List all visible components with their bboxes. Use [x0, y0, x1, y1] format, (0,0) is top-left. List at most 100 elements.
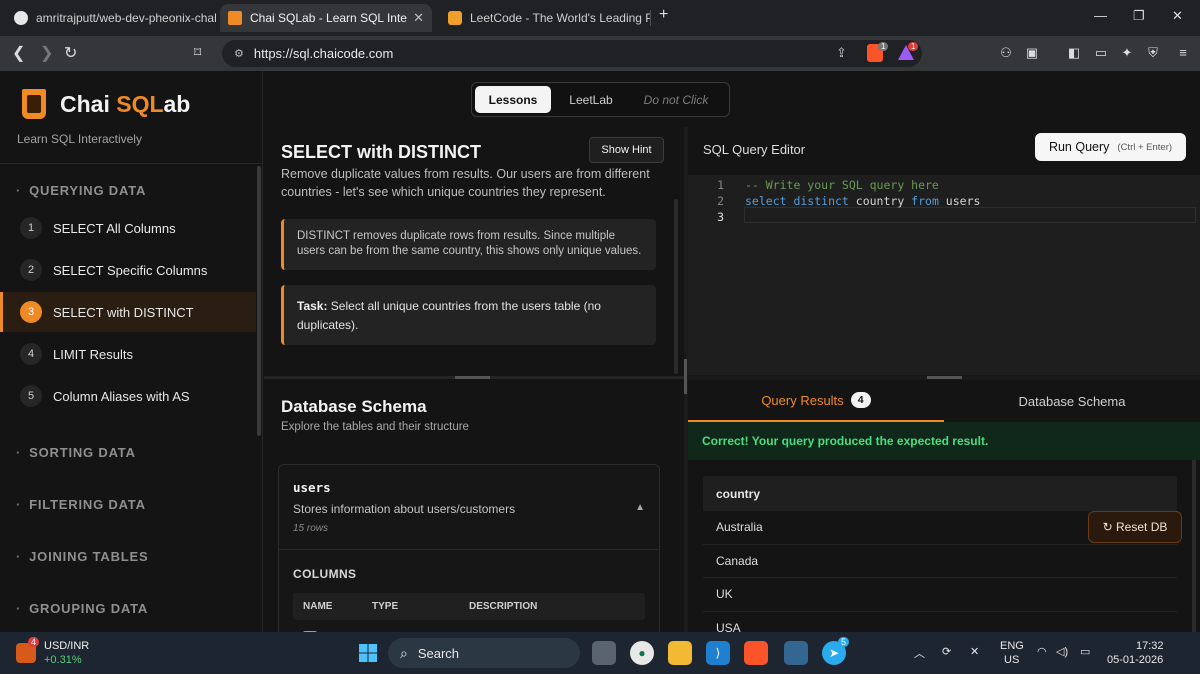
rewards-badge: 1: [908, 42, 919, 51]
section-querying-data[interactable]: · QUERYING DATA: [16, 183, 146, 198]
show-hint-button[interactable]: Show Hint: [589, 137, 664, 163]
close-window-icon[interactable]: ✕: [1172, 8, 1183, 24]
table-card-users[interactable]: users Stores information about users/cus…: [278, 464, 660, 632]
tab-database-schema[interactable]: Database Schema: [944, 380, 1200, 422]
new-tab-button[interactable]: +: [659, 6, 668, 24]
table-row: Canada: [703, 545, 1177, 578]
lesson-task: Task: Select all unique countries from t…: [281, 285, 656, 345]
lesson-select-specific-columns[interactable]: 2 SELECT Specific Columns: [0, 250, 256, 290]
success-message: Correct! Your query produced the expecte…: [688, 422, 1200, 460]
wallet-icon[interactable]: ▭: [1093, 45, 1109, 61]
section-grouping-data[interactable]: · GROUPING DATA: [16, 601, 148, 616]
extensions-icon[interactable]: ⚇: [998, 45, 1014, 61]
reload-icon[interactable]: ↻: [64, 43, 77, 63]
mongodb-compass-icon[interactable]: ●: [630, 641, 654, 665]
section-sorting-data[interactable]: · SORTING DATA: [16, 445, 136, 460]
lesson-select-with-distinct[interactable]: 3 SELECT with DISTINCT: [0, 292, 256, 332]
chai-sqlab-app: Chai SQLab Learn SQL Interactively · QUER…: [0, 71, 1200, 632]
leetcode-icon: [448, 11, 462, 25]
maximize-icon[interactable]: ❐: [1133, 8, 1145, 24]
lesson-limit-results[interactable]: 4 LIMIT Results: [0, 334, 256, 374]
mode-lessons[interactable]: Lessons: [475, 86, 551, 113]
table-row: USA: [703, 612, 1177, 632]
pgadmin-icon[interactable]: [784, 641, 808, 665]
table-row: UK: [703, 578, 1177, 612]
vpn-icon[interactable]: ⛨: [1145, 45, 1161, 61]
section-filtering-data[interactable]: · FILTERING DATA: [16, 497, 146, 512]
forward-icon[interactable]: ❯: [40, 43, 53, 63]
minimize-icon[interactable]: —: [1094, 8, 1107, 23]
lesson-panel: SELECT with DISTINCT Show Hint Remove du…: [264, 127, 684, 376]
taskbar-search[interactable]: ⌕ Search: [388, 638, 580, 668]
ticker-name[interactable]: USD/INR: [44, 640, 89, 652]
tab-chai-sqlab[interactable]: Chai SQLab - Learn SQL Interactiv ✕: [220, 4, 432, 32]
address-bar[interactable]: ⚙ https://sql.chaicode.com ⇪ 1 1: [222, 40, 922, 67]
lesson-number: 3: [20, 301, 42, 323]
tab-github[interactable]: amritrajputt/web-dev-pheonix-challe: [6, 4, 216, 32]
run-query-button[interactable]: Run Query (Ctrl + Enter): [1035, 133, 1186, 161]
line-number: 3: [717, 210, 724, 224]
columns-heading: COLUMNS: [293, 567, 357, 581]
lesson-number: 4: [20, 343, 42, 365]
volume-icon[interactable]: ◁): [1056, 645, 1068, 658]
lesson-select-all-columns[interactable]: 1 SELECT All Columns: [0, 208, 256, 248]
mode-switcher: Lessons LeetLab Do not Click: [471, 82, 730, 117]
run-query-label: Run Query: [1048, 140, 1110, 154]
file-explorer-icon[interactable]: [668, 641, 692, 665]
brand-name: Chai SQLab: [60, 90, 191, 117]
sync-icon[interactable]: ⟳: [942, 645, 951, 658]
mode-do-not-click[interactable]: Do not Click: [631, 86, 721, 113]
col-header-name: NAME: [303, 601, 333, 612]
schema-title: Database Schema: [281, 397, 427, 416]
run-shortcut: (Ctrl + Enter): [1117, 141, 1173, 153]
back-icon[interactable]: ❮: [12, 43, 25, 63]
table-name: users: [293, 480, 331, 495]
lesson-description: Remove duplicate values from results. Ou…: [281, 167, 650, 199]
editor-title: SQL Query Editor: [703, 142, 806, 157]
code-line-2[interactable]: select distinct country from users: [745, 194, 980, 208]
language-code[interactable]: ENG: [1000, 640, 1024, 652]
taskbar: 4 USD/INR +0.31% ⌕ Search ● ⟩ ➤ 5 ︿ ⟳ ✕ …: [0, 632, 1200, 674]
results-scrollbar[interactable]: [1192, 460, 1196, 632]
browser-tab-bar: amritrajputt/web-dev-pheonix-challe Chai…: [0, 0, 1200, 36]
site-settings-icon[interactable]: ⚙: [234, 47, 244, 60]
bookmark-icon[interactable]: ⌑: [194, 44, 201, 61]
tab-query-results[interactable]: Query Results 4: [688, 380, 944, 422]
start-button-icon[interactable]: [356, 641, 380, 665]
line-number: 2: [717, 194, 724, 208]
clock-time[interactable]: 17:32: [1136, 640, 1164, 652]
mode-leetlab[interactable]: LeetLab: [551, 86, 631, 113]
lesson-number: 5: [20, 385, 42, 407]
task-view-icon[interactable]: [592, 641, 616, 665]
screenshot-icon[interactable]: ▣: [1024, 45, 1040, 61]
divider: [0, 163, 262, 164]
menu-icon[interactable]: ≡: [1175, 45, 1191, 61]
code-line-1[interactable]: -- Write your SQL query here: [745, 178, 939, 192]
wifi-icon[interactable]: ◠: [1037, 645, 1047, 658]
sidebar-scrollbar[interactable]: [257, 166, 261, 436]
sidebar-toggle-icon[interactable]: ◧: [1066, 45, 1082, 61]
reset-db-button[interactable]: ↻ Reset DB: [1088, 511, 1182, 543]
lesson-column-aliases[interactable]: 5 Column Aliases with AS: [0, 376, 256, 416]
battery-icon[interactable]: ▭: [1080, 645, 1090, 658]
section-joining-tables[interactable]: · JOINING TABLES: [16, 549, 148, 564]
lesson-label: SELECT All Columns: [53, 220, 176, 236]
shield-count-badge: 1: [878, 42, 889, 51]
collapse-icon[interactable]: ▲: [635, 502, 645, 513]
lesson-label: SELECT Specific Columns: [53, 262, 208, 278]
github-icon: [14, 11, 28, 25]
tray-overflow-icon[interactable]: ︿: [914, 645, 925, 661]
meet-mute-icon[interactable]: ✕: [970, 645, 979, 658]
brave-icon[interactable]: [744, 641, 768, 665]
vscode-icon[interactable]: ⟩: [706, 641, 730, 665]
url-text[interactable]: https://sql.chaicode.com: [254, 46, 393, 61]
search-label: Search: [417, 645, 460, 661]
browser-toolbar: ❮ ❯ ↻ ⌑ ⚙ https://sql.chaicode.com ⇪ 1 1…: [0, 36, 1200, 71]
close-tab-icon[interactable]: ✕: [407, 10, 424, 26]
sql-editor[interactable]: 1 2 3 -- Write your SQL query here selec…: [688, 175, 1200, 375]
leo-ai-icon[interactable]: ✦: [1119, 45, 1135, 61]
share-icon[interactable]: ⇪: [836, 45, 847, 61]
tab-leetcode[interactable]: LeetCode - The World's Leading Prog: [440, 4, 650, 32]
lesson-scrollbar[interactable]: [674, 199, 678, 374]
brand[interactable]: Chai SQLab: [22, 89, 190, 119]
